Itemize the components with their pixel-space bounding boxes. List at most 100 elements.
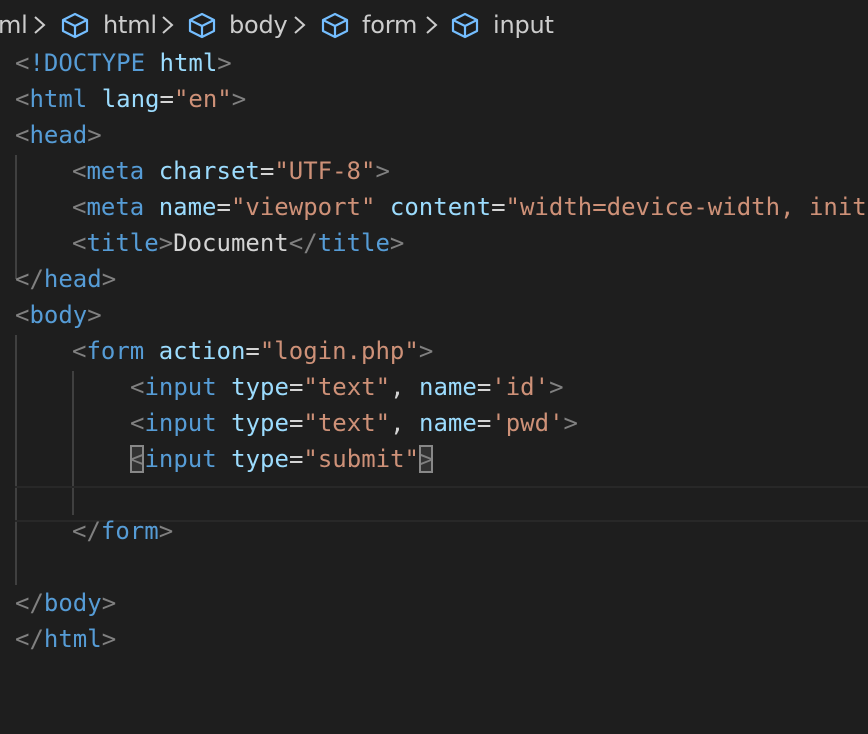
token-tag: body <box>43 589 102 617</box>
token-delimiter: < <box>130 373 145 401</box>
token-tag: input <box>144 373 217 401</box>
token-delimiter: > <box>418 337 434 365</box>
chevron-right-icon <box>426 16 438 34</box>
token-attribute: name <box>419 409 477 437</box>
token-delimiter: > <box>217 49 232 77</box>
breadcrumb-item-label: ml <box>0 11 28 39</box>
token-tag: html <box>29 85 88 113</box>
code-line[interactable]: <!DOCTYPE html> <box>0 45 868 81</box>
code-line[interactable]: <head> <box>0 117 868 153</box>
breadcrumb-item-body[interactable]: body <box>185 0 290 50</box>
code-line[interactable]: <meta charset="UTF-8"> <box>0 153 868 189</box>
token-attribute: type <box>231 373 289 401</box>
token-tag: input <box>144 409 217 437</box>
token-delimiter: < <box>72 157 87 185</box>
code-line[interactable]: <form action="login.php"> <box>0 333 868 369</box>
breadcrumb-item-label: input <box>493 11 554 39</box>
breadcrumb-item-html[interactable]: html <box>58 0 158 50</box>
token-delimiter: < <box>72 337 87 365</box>
bracket-match-close: > <box>419 445 434 473</box>
code-line-empty[interactable] <box>0 477 868 513</box>
breadcrumb-item-ml[interactable]: ml <box>0 0 30 50</box>
breadcrumb-item-form[interactable]: form <box>318 0 422 50</box>
code-line[interactable]: <input type="text", name='pwd'> <box>0 405 868 441</box>
token-attribute: html <box>159 49 218 77</box>
token-delimiter: < <box>130 409 145 437</box>
token-equals: = <box>159 85 174 113</box>
token-tag: title <box>86 229 159 257</box>
token-text: Document <box>173 229 289 257</box>
token-attribute: name <box>419 373 477 401</box>
token-delimiter: > <box>389 229 405 257</box>
token-string: "width=device-width, init <box>505 193 867 221</box>
token-delimiter: </ <box>288 229 318 257</box>
token-comma: , <box>390 373 420 401</box>
code-line[interactable]: </head> <box>0 261 868 297</box>
cube-icon <box>188 12 216 39</box>
cube-icon <box>321 12 349 39</box>
chevron-right-icon <box>34 16 46 34</box>
token-attribute: lang <box>101 85 160 113</box>
token-string: "login.php" <box>259 337 419 365</box>
code-line-current[interactable]: <input type="submit"> <box>0 441 868 477</box>
token-string: "submit" <box>303 445 419 473</box>
code-line[interactable]: </form> <box>0 513 868 549</box>
token-equals: = <box>288 409 304 437</box>
token-delimiter: < <box>72 229 87 257</box>
code-line[interactable]: <title>Document</title> <box>0 225 868 261</box>
breadcrumb-item-label: body <box>229 11 288 39</box>
token-tag: form <box>86 337 145 365</box>
cube-icon <box>61 12 89 39</box>
token-delimiter: < <box>15 121 30 149</box>
code-line[interactable]: <meta name="viewport" content="width=dev… <box>0 189 868 225</box>
token-tag: head <box>29 121 88 149</box>
chevron-right-icon <box>162 16 174 34</box>
breadcrumb-item-input[interactable]: input <box>448 0 558 50</box>
token-tag: form <box>100 517 159 545</box>
token-equals: = <box>288 445 304 473</box>
token-delimiter: > <box>375 157 390 185</box>
token-string: "viewport" <box>230 193 376 221</box>
token-delimiter: </ <box>15 625 44 653</box>
cube-icon <box>451 12 479 39</box>
token-delimiter: </ <box>15 589 44 617</box>
token-delimiter: > <box>158 229 174 257</box>
token-delimiter: > <box>87 121 102 149</box>
token-string: "en" <box>173 85 232 113</box>
token-string: "text" <box>303 373 391 401</box>
code-line[interactable]: </body> <box>0 585 868 621</box>
code-line[interactable]: </html> <box>0 621 868 657</box>
code-line[interactable]: <html lang="en"> <box>0 81 868 117</box>
token-delimiter: > <box>101 265 117 293</box>
token-tag: title <box>317 229 390 257</box>
token-delimiter: < <box>15 49 30 77</box>
token-tag: input <box>144 445 217 473</box>
code-line[interactable]: <body> <box>0 297 868 333</box>
token-delimiter: < <box>15 301 30 329</box>
token-attribute: content <box>389 193 492 221</box>
code-line[interactable]: <input type="text", name='id'> <box>0 369 868 405</box>
token-attribute: action <box>158 337 246 365</box>
breadcrumb-item-label: html <box>103 11 157 39</box>
token-delimiter: > <box>101 589 117 617</box>
token-tag: meta <box>86 193 145 221</box>
token-delimiter: > <box>87 301 102 329</box>
code-line-empty[interactable] <box>0 549 868 585</box>
breadcrumb-item-label: form <box>362 11 418 39</box>
token-equals: = <box>288 373 304 401</box>
token-string: 'id' <box>491 373 550 401</box>
breadcrumb: ml html body form input <box>0 0 868 50</box>
token-doctype: !DOCTYPE <box>29 49 146 77</box>
token-tag: meta <box>86 157 145 185</box>
bracket-match-open: < <box>130 445 145 473</box>
token-comma: , <box>390 409 420 437</box>
code-editor[interactable]: <!DOCTYPE html> <html lang="en"> <head> … <box>0 45 868 734</box>
